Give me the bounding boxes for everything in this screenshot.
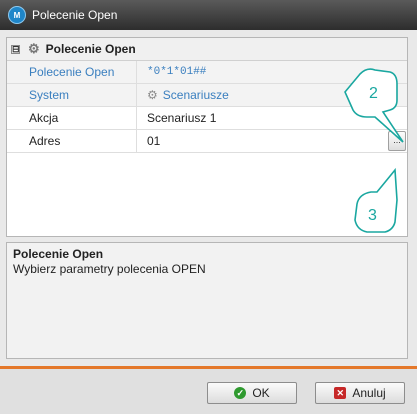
ok-button[interactable]: ✓ OK [207, 382, 297, 404]
description-title: Polecenie Open [13, 247, 104, 261]
cancel-button[interactable]: ✕ Anuluj [315, 382, 405, 404]
callout-number-3: 3 [368, 207, 377, 224]
ok-label: OK [252, 386, 270, 400]
description-panel: Polecenie Open Wybierz parametry polecen… [6, 242, 408, 359]
collapse-toggle-icon[interactable]: ⊟ [11, 44, 20, 54]
callout-hand-2: 2 [344, 68, 404, 143]
window-titlebar: M Polecenie Open [0, 0, 417, 30]
property-name: Adres [7, 130, 137, 152]
system-value: Scenariusze [162, 88, 229, 102]
close-icon: ✕ [334, 387, 347, 399]
property-name: Polecenie Open [7, 61, 137, 83]
scenario-icon: ⚙ [147, 88, 158, 102]
callout-number-2: 2 [369, 85, 378, 102]
property-name: Akcja [7, 107, 137, 129]
check-icon: ✓ [234, 387, 247, 399]
property-group-header[interactable]: ⊟ ⚙ Polecenie Open [7, 38, 407, 61]
group-label: Polecenie Open [45, 42, 136, 56]
property-name: System [7, 84, 137, 106]
gear-icon: ⚙ [28, 41, 40, 56]
app-logo-icon: M [8, 6, 26, 24]
cancel-label: Anuluj [352, 386, 386, 400]
description-text: Wybierz parametry polecenia OPEN [13, 262, 206, 276]
dialog-footer: ✓ OK ✕ Anuluj [0, 369, 417, 414]
window-title: Polecenie Open [32, 8, 118, 22]
callout-hand-3: 3 [354, 167, 398, 233]
